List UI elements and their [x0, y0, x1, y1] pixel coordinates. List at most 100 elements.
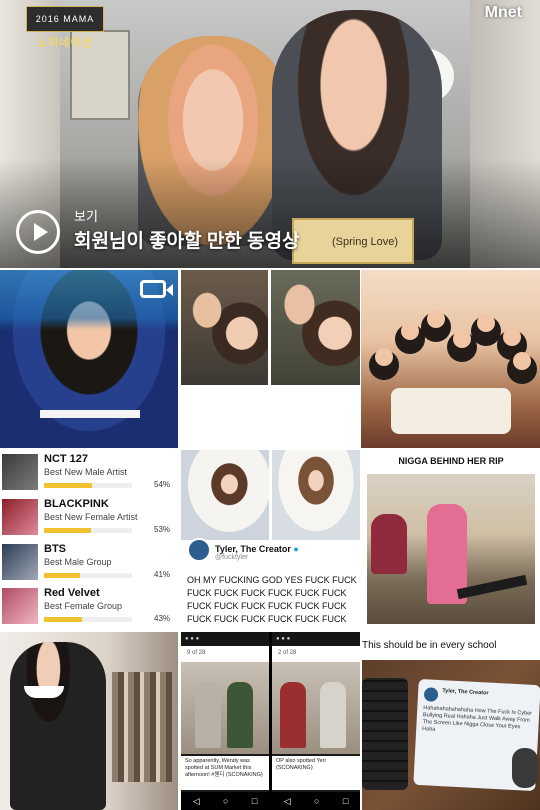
poll-artist: BTS — [44, 543, 66, 555]
home-icon: ○ — [314, 796, 320, 806]
keyboard — [362, 678, 408, 790]
show-logo-label: 노미네이션 — [37, 37, 93, 49]
tweet-text: OH MY FUCKING GOD YES FUCK FUCK FUCK FUC… — [187, 575, 357, 624]
poll-category: Best New Male Artist — [44, 467, 128, 477]
party-guest — [477, 314, 495, 332]
poll-bar-track — [44, 573, 132, 578]
grid-item-selfie-1[interactable] — [181, 270, 268, 385]
video-watch-label: 보기 — [74, 209, 98, 224]
poll-bar — [44, 528, 91, 533]
video-camera-icon — [140, 280, 173, 298]
grid-item-award-poll[interactable]: NCT 127 Best New Male Artist 54% BLACKPI… — [0, 450, 178, 630]
poll-artist: NCT 127 — [44, 453, 89, 465]
party-table — [391, 388, 511, 434]
poll-bar-track — [44, 483, 132, 488]
poll-percent: 43% — [154, 614, 171, 623]
phone-screen-right: ● ● ● 2 of 28 OP also spotted Yeri (SCON… — [272, 632, 360, 810]
party-guest — [401, 322, 419, 340]
phone-caption: So apparently, Wendy was spotted at SUM … — [181, 756, 269, 790]
phone-photo — [272, 662, 360, 754]
poll-artist: BLACKPINK — [44, 498, 109, 510]
show-logo: 2016 MAMA 노미네이션 — [26, 6, 104, 49]
phone-caption: OP also spotted Yeri (SCONAKING) — [272, 756, 360, 790]
meme-figure-legs — [456, 574, 528, 600]
poll-bar-track — [44, 617, 132, 622]
tweet-handle: @fucktyler — [215, 554, 249, 561]
poll-row: Red Velvet Best Female Group 43% — [0, 586, 178, 630]
poll-percent: 41% — [154, 570, 171, 579]
phone-screen-left: ● ● ● 9 of 28 So apparently, Wendy was s… — [181, 632, 269, 810]
back-icon: ◁ — [283, 795, 291, 806]
meme-figure-back — [371, 514, 407, 574]
uniform-stripe — [40, 410, 140, 418]
back-icon: ◁ — [192, 795, 200, 806]
poll-row: BTS Best Male Group 41% — [0, 542, 178, 586]
grid-item-school-meme[interactable]: This should be in every school Tyler, Th… — [362, 632, 540, 810]
phone-nav-bar: ◁ ○ □ — [181, 792, 269, 810]
tweet-photo-left — [181, 450, 269, 540]
home-icon: ○ — [223, 796, 229, 806]
party-guest — [513, 352, 531, 370]
grid-item-group-party[interactable] — [361, 270, 540, 448]
photo-person — [195, 682, 221, 748]
poll-category: Best New Female Artist — [44, 512, 138, 522]
grid-item-selfie-2[interactable] — [271, 270, 360, 385]
featured-video[interactable]: 2016 MAMA 노미네이션 Mnet (Spring Love) 보기 회원… — [0, 0, 540, 268]
tweet-photo-right — [272, 450, 360, 540]
grid-item-performance-video[interactable] — [0, 270, 178, 448]
show-logo-year: 2016 MAMA — [35, 14, 95, 24]
recents-icon: □ — [342, 796, 349, 806]
photo-person — [320, 682, 346, 748]
poll-percent: 53% — [154, 525, 171, 534]
poll-bar — [44, 573, 81, 578]
party-guest — [427, 310, 445, 328]
meme-photo — [367, 474, 535, 624]
desk-photo: Tyler, The Creator Hahahahahahahaha How … — [362, 660, 540, 810]
computer-mouse — [512, 748, 538, 788]
poll-percent: 54% — [154, 480, 171, 489]
video-subtitle-song: (Spring Love) — [332, 236, 399, 248]
poll-thumb — [2, 588, 38, 624]
poll-thumb — [2, 544, 38, 580]
poll-category: Best Female Group — [44, 601, 123, 611]
grid-item-tweet-screenshot[interactable]: Tyler, The Creator ● @fucktyler OH MY FU… — [181, 450, 360, 630]
poll-thumb — [2, 454, 38, 490]
phone-nav-bar: ◁ ○ □ — [272, 792, 360, 810]
video-title[interactable]: 회원님이 좋아할 만한 동영상 — [74, 226, 300, 253]
poll-thumb — [2, 499, 38, 535]
printed-tweet-avatar — [423, 687, 439, 702]
clothing-rack — [112, 672, 172, 782]
verified-badge-icon: ● — [293, 544, 299, 554]
channel-logo: Mnet — [484, 4, 522, 21]
play-circle-icon[interactable] — [16, 210, 60, 254]
school-meme-title: This should be in every school — [362, 640, 497, 651]
tweet-author: Tyler, The Creator — [215, 544, 291, 554]
poll-bar-track — [44, 528, 132, 533]
party-guest — [375, 348, 393, 366]
party-guest — [453, 330, 471, 348]
grid-item-subway-meme[interactable]: NIGGA BEHIND HER RIP — [362, 450, 540, 630]
photo-person — [227, 682, 253, 748]
selfie-person — [10, 642, 106, 810]
poll-bar — [44, 483, 92, 488]
poll-artist: Red Velvet — [44, 587, 100, 599]
grid-item-selfie-caption-area — [181, 388, 360, 448]
party-guest — [503, 328, 521, 346]
stage-lights — [0, 270, 178, 330]
poll-row: BLACKPINK Best New Female Artist 53% — [0, 497, 178, 541]
tweet-avatar — [187, 538, 211, 562]
photo-person — [280, 682, 306, 748]
recents-icon: □ — [251, 796, 258, 806]
phone-pager: 9 of 28 — [181, 646, 269, 662]
grid-item-phone-screenshots[interactable]: ● ● ● 9 of 28 So apparently, Wendy was s… — [181, 632, 360, 810]
poll-bar — [44, 617, 82, 622]
meme-caption: NIGGA BEHIND HER RIP — [398, 456, 504, 466]
phone-photo — [181, 662, 269, 754]
grid-item-mirror-selfie[interactable] — [0, 632, 178, 810]
white-collar — [24, 686, 64, 698]
printed-tweet-author: Tyler, The Creator — [442, 688, 489, 697]
phone-pager: 2 of 28 — [272, 646, 360, 662]
tweet-author-row: Tyler, The Creator ● — [215, 544, 299, 554]
printed-tweet-text: Hahahahahahahaha How The Fuck Is Cyber B… — [422, 705, 533, 733]
poll-row: NCT 127 Best New Male Artist 54% — [0, 452, 178, 496]
